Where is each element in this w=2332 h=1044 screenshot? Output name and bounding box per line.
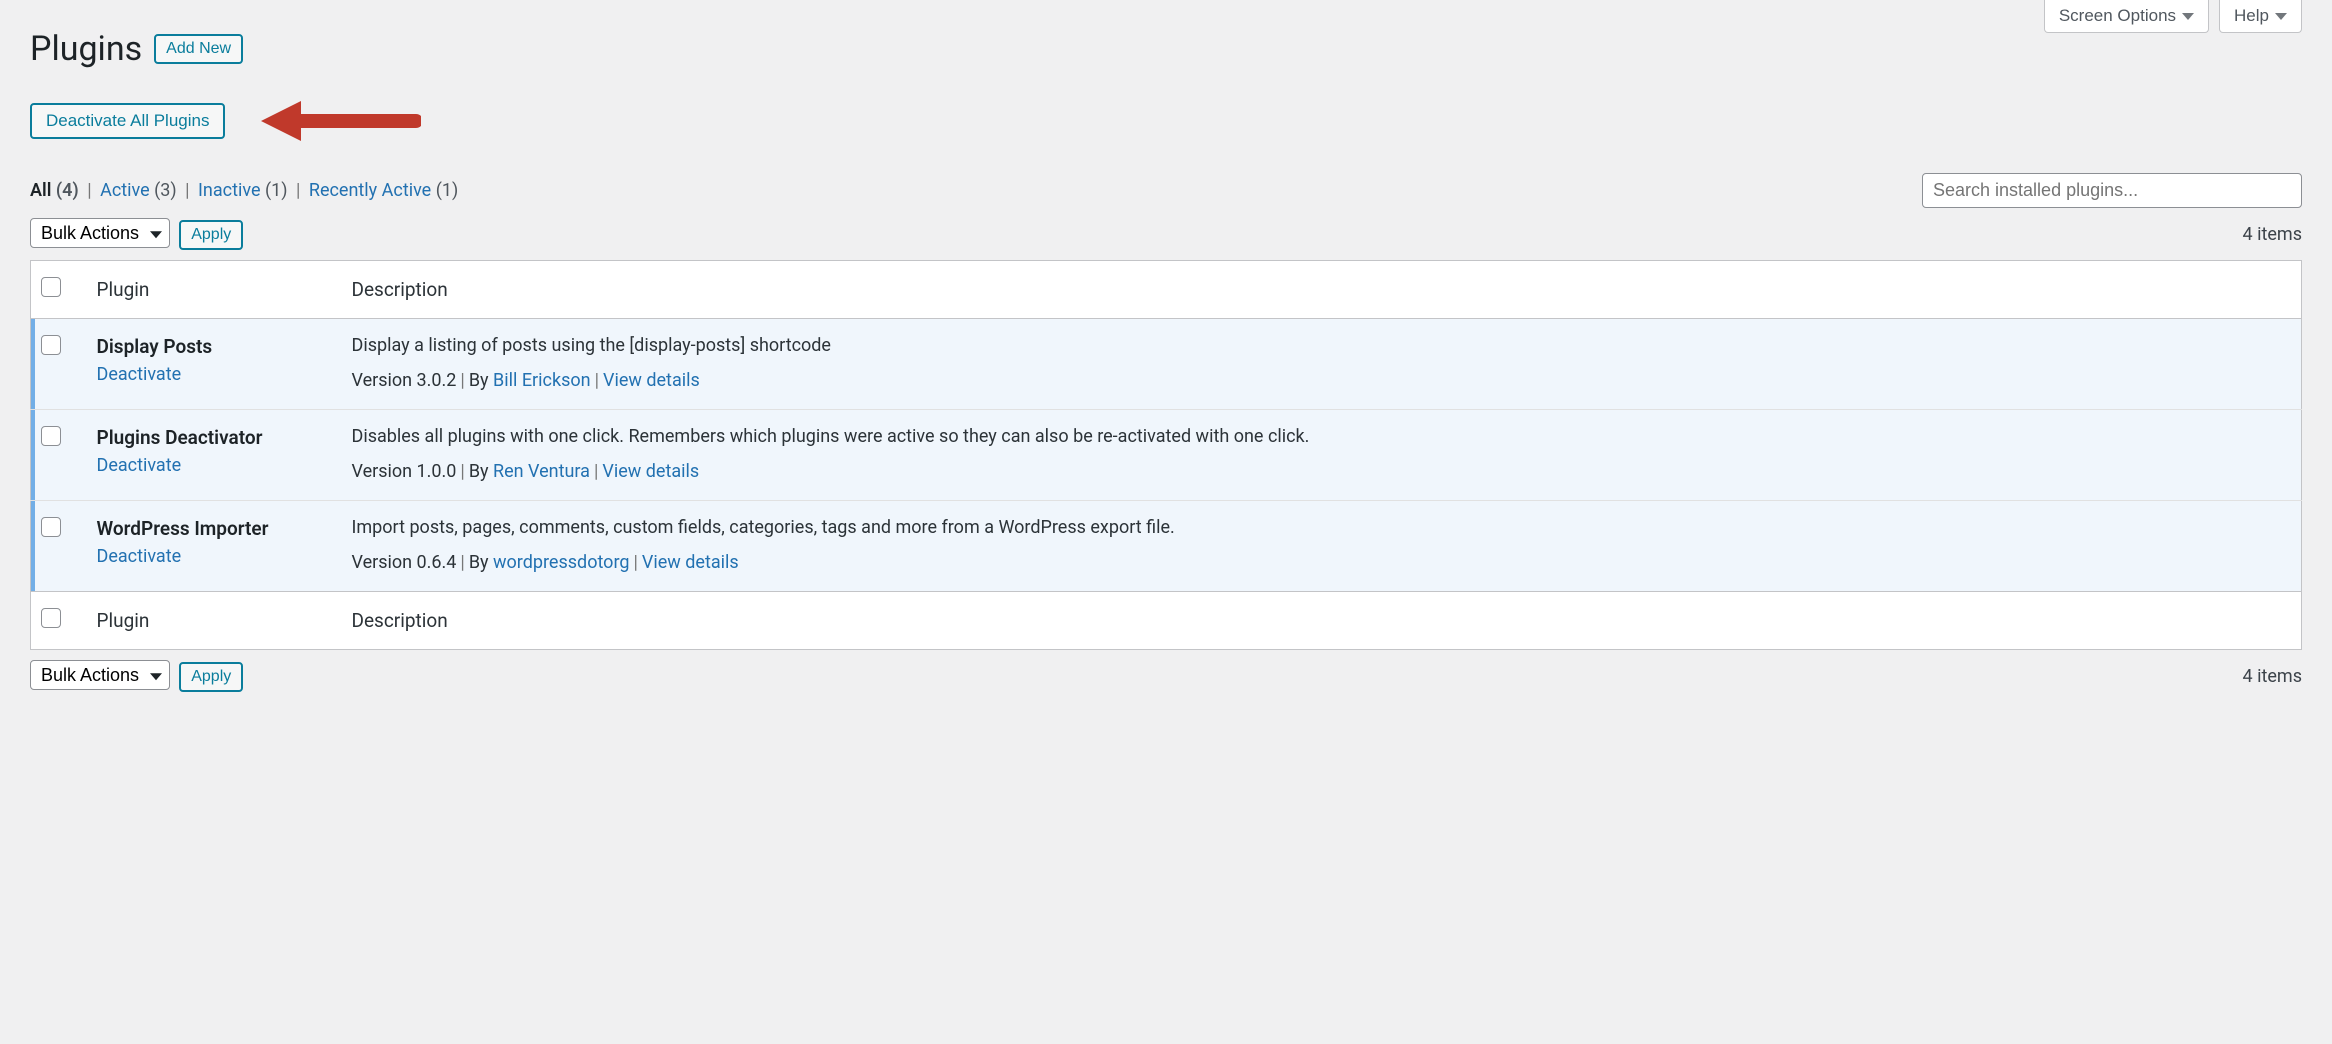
filter-inactive[interactable]: Inactive (1) — [198, 180, 292, 201]
help-label: Help — [2234, 6, 2269, 26]
plugin-description: Display a listing of posts using the [di… — [352, 335, 2292, 356]
apply-button-top[interactable]: Apply — [179, 220, 243, 250]
column-description-header: Description — [342, 261, 2302, 319]
page-title: Plugins — [30, 29, 142, 69]
deactivate-all-plugins-button[interactable]: Deactivate All Plugins — [30, 103, 225, 139]
plugin-status-filters: All (4) | Active (3) | Inactive (1) | Re… — [30, 180, 458, 201]
help-button[interactable]: Help — [2219, 0, 2302, 33]
add-new-button[interactable]: Add New — [154, 34, 243, 64]
select-all-top-checkbox[interactable] — [41, 277, 61, 297]
arrow-left-icon — [261, 97, 421, 145]
column-plugin-footer: Plugin — [87, 592, 342, 650]
items-count-bottom: 4 items — [2243, 666, 2302, 687]
row-checkbox[interactable] — [41, 426, 61, 446]
plugin-name: Display Posts — [97, 335, 332, 358]
column-description-footer: Description — [342, 592, 2302, 650]
apply-button-bottom[interactable]: Apply — [179, 662, 243, 692]
deactivate-link[interactable]: Deactivate — [97, 455, 182, 476]
column-plugin-header: Plugin — [87, 261, 342, 319]
chevron-down-icon — [2182, 13, 2194, 20]
table-row: Display Posts Deactivate Display a listi… — [31, 319, 2302, 410]
screen-options-label: Screen Options — [2059, 6, 2176, 26]
deactivate-link[interactable]: Deactivate — [97, 546, 182, 567]
filter-recently-active[interactable]: Recently Active (1) — [309, 180, 458, 201]
row-checkbox[interactable] — [41, 335, 61, 355]
row-checkbox[interactable] — [41, 517, 61, 537]
author-link[interactable]: Ren Ventura — [493, 461, 590, 482]
items-count-top: 4 items — [2243, 224, 2302, 245]
view-details-link[interactable]: View details — [642, 552, 739, 573]
screen-options-button[interactable]: Screen Options — [2044, 0, 2209, 33]
plugins-table: Plugin Description Display Posts Deactiv… — [30, 260, 2302, 650]
plugin-name: WordPress Importer — [97, 517, 332, 540]
view-details-link[interactable]: View details — [603, 370, 700, 391]
table-row: WordPress Importer Deactivate Import pos… — [31, 501, 2302, 592]
plugin-name: Plugins Deactivator — [97, 426, 332, 449]
bulk-actions-select-bottom[interactable]: Bulk Actions — [30, 660, 170, 690]
view-details-link[interactable]: View details — [602, 461, 699, 482]
table-row: Plugins Deactivator Deactivate Disables … — [31, 410, 2302, 501]
plugin-description: Import posts, pages, comments, custom fi… — [352, 517, 2292, 538]
filter-all[interactable]: All (4) — [30, 180, 83, 201]
author-link[interactable]: Bill Erickson — [493, 370, 591, 391]
chevron-down-icon — [2275, 13, 2287, 20]
bulk-actions-select-top[interactable]: Bulk Actions — [30, 218, 170, 248]
filter-active[interactable]: Active (3) — [100, 180, 181, 201]
search-input[interactable] — [1922, 173, 2302, 208]
select-all-bottom-checkbox[interactable] — [41, 608, 61, 628]
deactivate-link[interactable]: Deactivate — [97, 364, 182, 385]
author-link[interactable]: wordpressdotorg — [493, 552, 629, 573]
plugin-description: Disables all plugins with one click. Rem… — [352, 426, 2292, 447]
